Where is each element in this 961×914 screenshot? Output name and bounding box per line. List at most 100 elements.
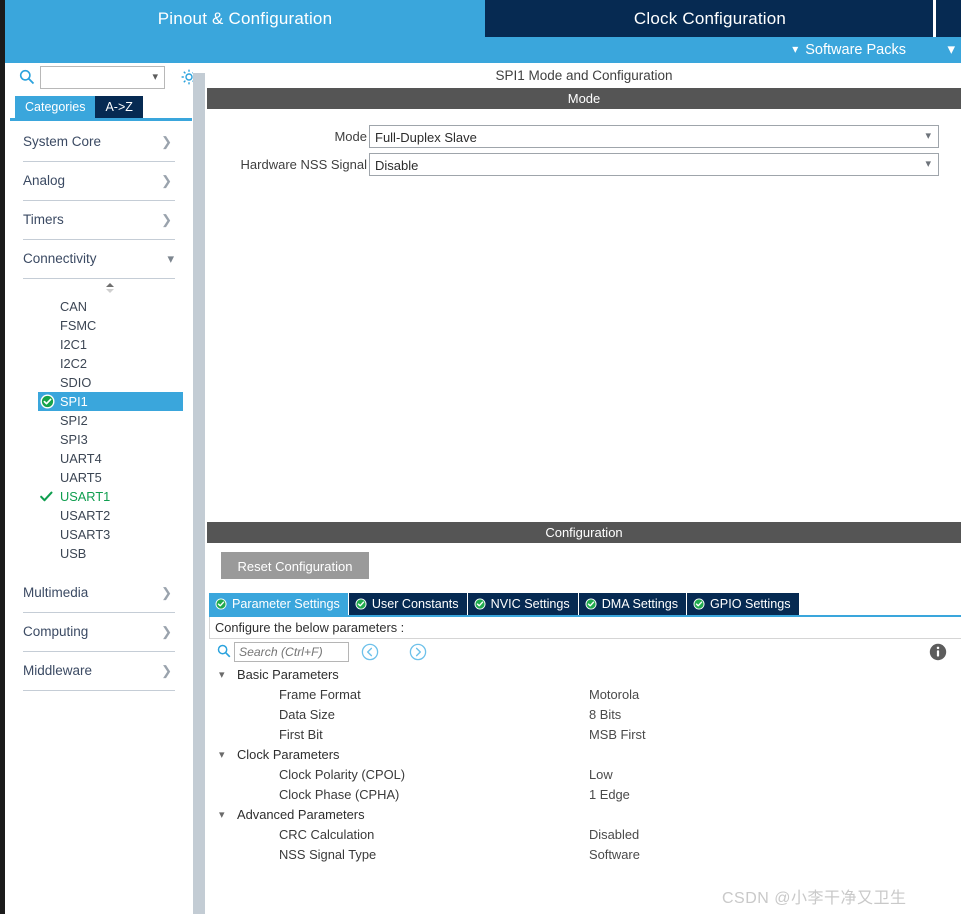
param-row-frame-format[interactable]: Frame Format Motorola (209, 685, 961, 705)
param-label: Clock Phase (CPHA) (279, 787, 400, 802)
category-list: System Core ❯ Analog ❯ Timers ❯ Connecti… (5, 123, 193, 691)
sidebar-item-connectivity[interactable]: Connectivity ▾ (23, 240, 175, 279)
param-group-clock[interactable]: ▾ Clock Parameters (209, 745, 961, 765)
watermark: CSDN @小李干净又卫生 (722, 890, 907, 907)
sidebar-search-combobox[interactable]: ▾ (40, 66, 165, 89)
param-row-clock-phase[interactable]: Clock Phase (CPHA) 1 Edge (209, 785, 961, 805)
reset-configuration-button[interactable]: Reset Configuration (221, 552, 369, 579)
check-circle-icon (355, 595, 367, 610)
peripheral-uart5[interactable]: UART5 (5, 468, 193, 487)
peripheral-can[interactable]: CAN (5, 297, 193, 316)
peripheral-spi2[interactable]: SPI2 (5, 411, 193, 430)
param-label: First Bit (279, 727, 323, 742)
param-group-label: Advanced Parameters (237, 807, 365, 822)
page-title: SPI1 Mode and Configuration (207, 63, 961, 88)
peripheral-usart1[interactable]: USART1 (5, 487, 193, 506)
sidebar-item-analog[interactable]: Analog ❯ (23, 162, 175, 201)
software-packs-collapse-icon[interactable]: ▾ (947, 37, 955, 63)
sidebar-item-label: Multimedia (23, 585, 89, 600)
peripheral-spi1[interactable]: SPI1 (38, 392, 183, 411)
panel-splitter[interactable] (193, 63, 205, 914)
param-group-advanced[interactable]: ▾ Advanced Parameters (209, 805, 961, 825)
peripheral-label: USART2 (60, 508, 111, 523)
param-value: 1 Edge (589, 787, 630, 802)
param-group-label: Clock Parameters (237, 747, 340, 762)
panel-splitter-cap (193, 63, 205, 73)
peripheral-label: UART5 (60, 470, 102, 485)
check-circle-icon (215, 595, 227, 610)
tab-categories[interactable]: Categories (15, 96, 96, 118)
tab-user-constants[interactable]: User Constants (348, 593, 467, 615)
sidebar-view-tabs: Categories A->Z (15, 96, 143, 118)
tab-nvic-settings[interactable]: NVIC Settings (467, 593, 578, 615)
sidebar-item-middleware[interactable]: Middleware ❯ (23, 652, 175, 691)
peripheral-label: SPI2 (60, 413, 88, 428)
tab-gpio-settings[interactable]: GPIO Settings (687, 593, 799, 615)
peripheral-label: I2C2 (60, 356, 88, 371)
peripheral-label: SPI3 (60, 432, 88, 447)
mode-field-label: Mode (334, 129, 367, 144)
peripheral-usb[interactable]: USB (5, 544, 193, 563)
sidebar-item-multimedia[interactable]: Multimedia ❯ (23, 574, 175, 613)
hardware-nss-select[interactable]: Disable ▾ (369, 153, 939, 176)
mode-select[interactable]: Full-Duplex Slave ▾ (369, 125, 939, 148)
check-circle-icon (693, 595, 705, 610)
mode-field-row: Mode Full-Duplex Slave ▾ (334, 125, 939, 148)
sidebar-item-label: System Core (23, 134, 102, 149)
peripheral-uart4[interactable]: UART4 (5, 449, 193, 468)
param-row-clock-polarity[interactable]: Clock Polarity (CPOL) Low (209, 765, 961, 785)
parameter-search-input[interactable] (234, 642, 349, 662)
tab-pinout-configuration[interactable]: Pinout & Configuration (5, 0, 485, 37)
tab-overflow-stub (936, 0, 961, 37)
component-sidebar: ▾ Categories A->Z System Core ❯ Analog ❯… (5, 63, 197, 914)
param-label: Frame Format (279, 687, 361, 702)
param-row-data-size[interactable]: Data Size 8 Bits (209, 705, 961, 725)
sidebar-search-row: ▾ (5, 63, 197, 93)
peripheral-usart2[interactable]: USART2 (5, 506, 193, 525)
peripheral-fsmc[interactable]: FSMC (5, 316, 193, 335)
sidebar-item-computing[interactable]: Computing ❯ (23, 613, 175, 652)
software-packs-menu[interactable]: ▾ Software Packs (792, 37, 906, 63)
param-value: MSB First (589, 727, 646, 742)
configuration-tabstrip: Parameter Settings User Constants NVIC S… (209, 593, 800, 615)
tab-dma-settings[interactable]: DMA Settings (578, 593, 686, 615)
peripheral-label: I2C1 (60, 337, 88, 352)
sidebar-item-timers[interactable]: Timers ❯ (23, 201, 175, 240)
peripheral-label: USB (60, 546, 87, 561)
chevron-down-icon: ▾ (167, 251, 174, 266)
chevron-right-icon: ❯ (161, 585, 172, 600)
peripheral-i2c1[interactable]: I2C1 (5, 335, 193, 354)
chevron-right-icon: ❯ (161, 663, 172, 678)
chevron-left-circle-icon[interactable] (361, 643, 379, 661)
tab-a-to-z[interactable]: A->Z (95, 96, 143, 118)
software-packs-label: Software Packs (805, 42, 906, 58)
configuration-section-body: Reset Configuration Parameter Settings U… (207, 543, 961, 914)
tab-label: NVIC Settings (490, 597, 570, 611)
sidebar-item-system-core[interactable]: System Core ❯ (23, 123, 175, 162)
sidebar-item-label: Connectivity (23, 251, 97, 266)
param-value: Motorola (589, 687, 640, 702)
check-circle-icon (40, 394, 55, 409)
param-row-first-bit[interactable]: First Bit MSB First (209, 725, 961, 745)
check-circle-icon (474, 595, 486, 610)
peripheral-i2c2[interactable]: I2C2 (5, 354, 193, 373)
connectivity-peripheral-list: CAN FSMC I2C1 I2C2 SDIO SPI1 SPI2 SPI3 U… (5, 279, 193, 574)
peripheral-label: FSMC (60, 318, 97, 333)
hardware-nss-field-row: Hardware NSS Signal Disable ▾ (241, 153, 939, 176)
stm32cubemx-window: Pinout & Configuration Clock Configurati… (0, 0, 961, 914)
chevron-right-circle-icon[interactable] (409, 643, 427, 661)
scroll-spinner-icon[interactable] (103, 281, 117, 295)
chevron-down-icon: ▾ (925, 158, 931, 170)
param-row-crc-calculation[interactable]: CRC Calculation Disabled (209, 825, 961, 845)
peripheral-usart3[interactable]: USART3 (5, 525, 193, 544)
tab-clock-configuration[interactable]: Clock Configuration (485, 0, 935, 37)
software-packs-bar[interactable]: ▾ Software Packs ▾ (5, 37, 961, 63)
peripheral-sdio[interactable]: SDIO (5, 373, 193, 392)
tab-parameter-settings[interactable]: Parameter Settings (209, 593, 348, 615)
peripheral-spi3[interactable]: SPI3 (5, 430, 193, 449)
param-group-basic[interactable]: ▾ Basic Parameters (209, 665, 961, 685)
param-row-nss-signal-type[interactable]: NSS Signal Type Software (209, 845, 961, 865)
chevron-down-icon: ▾ (152, 71, 158, 83)
info-icon[interactable] (928, 642, 948, 662)
tab-label: DMA Settings (601, 597, 678, 611)
